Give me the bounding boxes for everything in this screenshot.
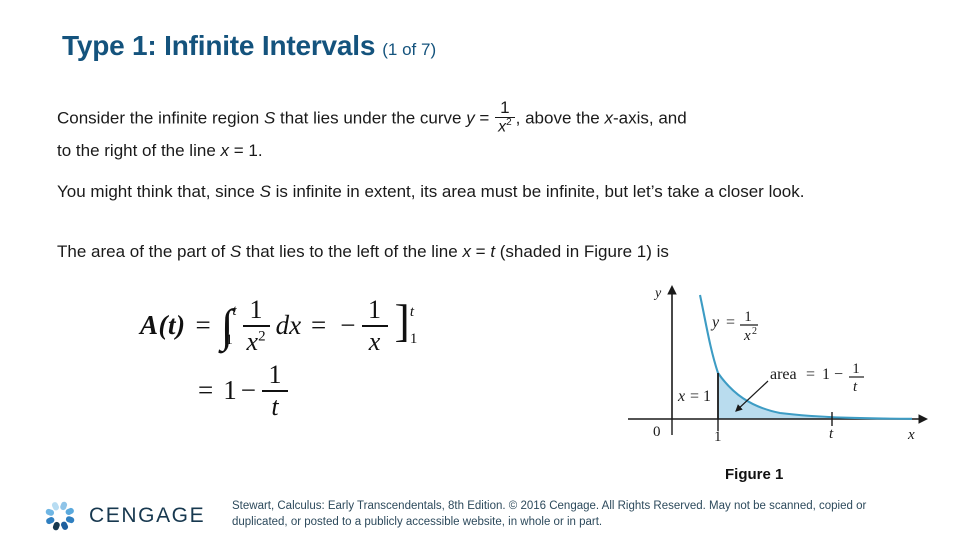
fraction-numerator: 1 xyxy=(249,295,263,324)
para3-lead: The area of the part of xyxy=(57,242,230,261)
para1-var-x: x xyxy=(604,108,613,128)
area-label-group: area = 1 − 1 t xyxy=(770,361,864,395)
para2-var-s: S xyxy=(259,182,271,201)
para3-var-x: x xyxy=(462,242,471,261)
figure-graph-of-one-over-x-squared: y x 0 1 t y = 1 x 2 x = 1 area = 1 − 1 t xyxy=(620,283,952,458)
para1-mid: that lies under the curve xyxy=(275,108,467,128)
cengage-logo-wordmark: CENGAGE xyxy=(89,504,206,527)
equation-line2-one: 1 xyxy=(223,375,237,406)
evaluation-lower-limit: 1 xyxy=(409,330,418,347)
vline-label-group: x = 1 xyxy=(677,388,711,405)
equation-line-2: = 1 − 1 t xyxy=(188,361,417,420)
area-label-one: 1 xyxy=(822,366,830,383)
area-label-word: area xyxy=(770,366,797,383)
para2-tail: is infinite in extent, its area must be … xyxy=(270,182,805,201)
figure-caption: Figure 1 xyxy=(725,466,784,483)
curve-label-y: y xyxy=(710,314,720,331)
page-title-main: Type 1: Infinite Intervals xyxy=(62,30,376,61)
equation-line-1: A(t) = ∫ t 1 1 x2 dx = − 1 x] t 1 xyxy=(140,296,417,355)
curve-label-group: y = 1 x 2 xyxy=(710,309,758,344)
fraction-one-over-x-squared: 1 x2 xyxy=(242,295,270,356)
area-label-denominator: t xyxy=(853,379,858,395)
integral-glyph: ∫ xyxy=(220,300,234,352)
vline-label-equals-one: = 1 xyxy=(690,388,711,405)
para1-line2-lead: to the right of the line xyxy=(57,140,221,160)
para1-var-s: S xyxy=(263,108,276,128)
area-label-numerator: 1 xyxy=(852,361,860,377)
vline-label-x: x xyxy=(677,388,685,405)
equation-equals-2: = xyxy=(311,310,327,341)
copyright-notice: Stewart, Calculus: Early Transcendentals… xyxy=(232,498,912,530)
fraction-one-over-t: 1 t xyxy=(261,360,288,421)
paragraph-intuition: You might think that, since S is infinit… xyxy=(57,179,937,205)
evaluation-bracket-limits: t 1 xyxy=(410,304,418,348)
equation-line2-minus: − xyxy=(240,375,256,406)
equation-line2-equals: = xyxy=(198,375,214,406)
origin-label: 0 xyxy=(653,424,661,440)
para1-after-fraction: , above the xyxy=(515,108,605,128)
para1-line2-var-x: x xyxy=(220,140,230,160)
curve-label-denominator-exponent: 2 xyxy=(752,326,757,337)
curve-label-denominator: x xyxy=(743,328,751,344)
x-axis-label: x xyxy=(907,427,915,443)
tick-label-t: t xyxy=(829,426,834,442)
para3-tail: (shaded in Figure 1) is xyxy=(495,242,669,261)
inline-fraction-one-over-x-squared: 1 x2 xyxy=(495,99,515,137)
fraction2-numerator: 1 xyxy=(368,295,382,324)
para3-var-s: S xyxy=(229,242,242,261)
fraction2-denominator: x xyxy=(368,326,381,356)
differential-dx: dx xyxy=(275,310,302,341)
equation-minus-sign: − xyxy=(340,310,356,341)
fraction3-numerator: 1 xyxy=(268,360,282,390)
area-label-equals: = xyxy=(806,366,815,383)
para1-line2-tail: = 1. xyxy=(229,140,263,160)
para1-after-x: -axis, and xyxy=(612,108,687,128)
equation-lhs-A-of-t: A(t) xyxy=(140,310,186,341)
integral-symbol-with-limits: ∫ t 1 xyxy=(220,300,237,352)
equation-block: A(t) = ∫ t 1 1 x2 dx = − 1 x] t 1 = 1 −… xyxy=(140,296,417,420)
fraction-den-base: x xyxy=(246,326,259,356)
page-title-counter: (1 of 7) xyxy=(382,40,437,59)
fraction3-denominator: t xyxy=(271,391,279,421)
para1-equals: = xyxy=(474,108,495,128)
evaluation-upper-limit: t xyxy=(409,303,415,320)
cengage-logo-mark xyxy=(45,501,75,531)
paragraph-intro: Consider the infinite region S that lies… xyxy=(57,99,952,164)
fraction-one-over-x: 1 x xyxy=(361,295,388,356)
para2-lead: You might think that, since xyxy=(57,182,260,201)
inline-fraction-den-exponent: 2 xyxy=(506,117,512,129)
para1-lead: Consider the infinite region xyxy=(57,108,264,128)
inline-fraction-denominator: x2 xyxy=(495,118,515,136)
para3-mid: that lies to the left of the line xyxy=(241,242,463,261)
inline-fraction-den-base: x xyxy=(498,118,507,136)
slide-canvas: Type 1: Infinite Intervals (1 of 7) Consi… xyxy=(0,0,960,540)
tick-label-one: 1 xyxy=(714,429,722,445)
fraction-denominator: x2 xyxy=(243,327,270,356)
cengage-logo: CENGAGE xyxy=(40,496,205,536)
para3-equals: = xyxy=(470,242,491,261)
area-label-minus: − xyxy=(834,366,843,383)
page-title: Type 1: Infinite Intervals (1 of 7) xyxy=(62,30,436,62)
evaluation-bracket: ] t 1 xyxy=(394,294,418,348)
evaluation-bracket-glyph: ] xyxy=(394,294,410,346)
para1-var-y: y xyxy=(466,108,475,128)
fraction-den-exponent: 2 xyxy=(258,327,266,344)
curve-label-equals: = xyxy=(726,314,735,331)
paragraph-area-statement: The area of the part of S that lies to t… xyxy=(57,239,947,265)
equation-equals-1: = xyxy=(195,310,211,341)
curve-label-numerator: 1 xyxy=(744,309,752,325)
copyright-line-1: Stewart, Calculus: Early Transcendentals… xyxy=(232,500,766,512)
y-axis-label: y xyxy=(653,286,662,301)
inline-fraction-numerator: 1 xyxy=(500,98,510,117)
